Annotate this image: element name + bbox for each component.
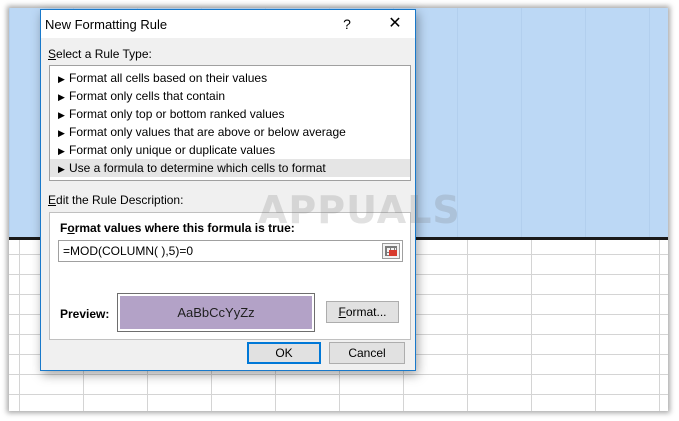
rule-type-item[interactable]: ▶ Format all cells based on their values (50, 69, 410, 87)
rule-type-item-label: Format only values that are above or bel… (69, 125, 346, 139)
dialog-titlebar[interactable]: New Formatting Rule ? ✕ (41, 10, 415, 38)
triangle-bullet-icon: ▶ (58, 164, 65, 174)
rule-type-item[interactable]: ▶ Format only values that are above or be… (50, 123, 410, 141)
appuals-watermark: APPUALS (258, 188, 461, 232)
preview-label: Preview: (60, 307, 110, 321)
dialog-title: New Formatting Rule (45, 17, 168, 32)
rule-type-item[interactable]: ▶ Format only cells that contain (50, 87, 410, 105)
preview-box: AaBbCcYyZz (117, 293, 315, 332)
format-button[interactable]: Format... (326, 301, 399, 323)
cancel-button[interactable]: Cancel (329, 342, 405, 364)
rule-type-label: Select a Rule Type: (48, 47, 152, 61)
rule-type-item[interactable]: ▶ Use a formula to determine which cells … (50, 159, 410, 177)
triangle-bullet-icon: ▶ (58, 74, 65, 84)
formula-value: =MOD(COLUMN( ),5)=0 (63, 244, 194, 258)
rule-type-list[interactable]: ▶ Format all cells based on their values ▶… (49, 65, 411, 181)
triangle-bullet-icon: ▶ (58, 146, 65, 156)
rule-type-item-label: Format only top or bottom ranked values (69, 107, 285, 121)
help-button[interactable]: ? (335, 13, 359, 35)
close-icon[interactable]: ✕ (381, 13, 409, 35)
rule-type-item-label: Format only unique or duplicate values (69, 143, 276, 157)
triangle-bullet-icon: ▶ (58, 128, 65, 138)
rule-type-item[interactable]: ▶ Format only top or bottom ranked values (50, 105, 410, 123)
rule-type-item[interactable]: ▶ Format only unique or duplicate values (50, 141, 410, 159)
triangle-bullet-icon: ▶ (58, 92, 65, 102)
rule-type-item-label: Format all cells based on their values (69, 71, 268, 85)
formula-input[interactable]: =MOD(COLUMN( ),5)=0 (58, 240, 403, 262)
rule-type-item-label: Format only cells that contain (69, 89, 226, 103)
preview-sample: AaBbCcYyZz (120, 296, 312, 329)
collapse-dialog-icon[interactable] (382, 243, 400, 259)
rule-description-label: Edit the Rule Description: (48, 193, 184, 207)
triangle-bullet-icon: ▶ (58, 110, 65, 120)
rule-type-item-label: Use a formula to determine which cells t… (69, 161, 326, 175)
ok-button[interactable]: OK (247, 342, 321, 364)
